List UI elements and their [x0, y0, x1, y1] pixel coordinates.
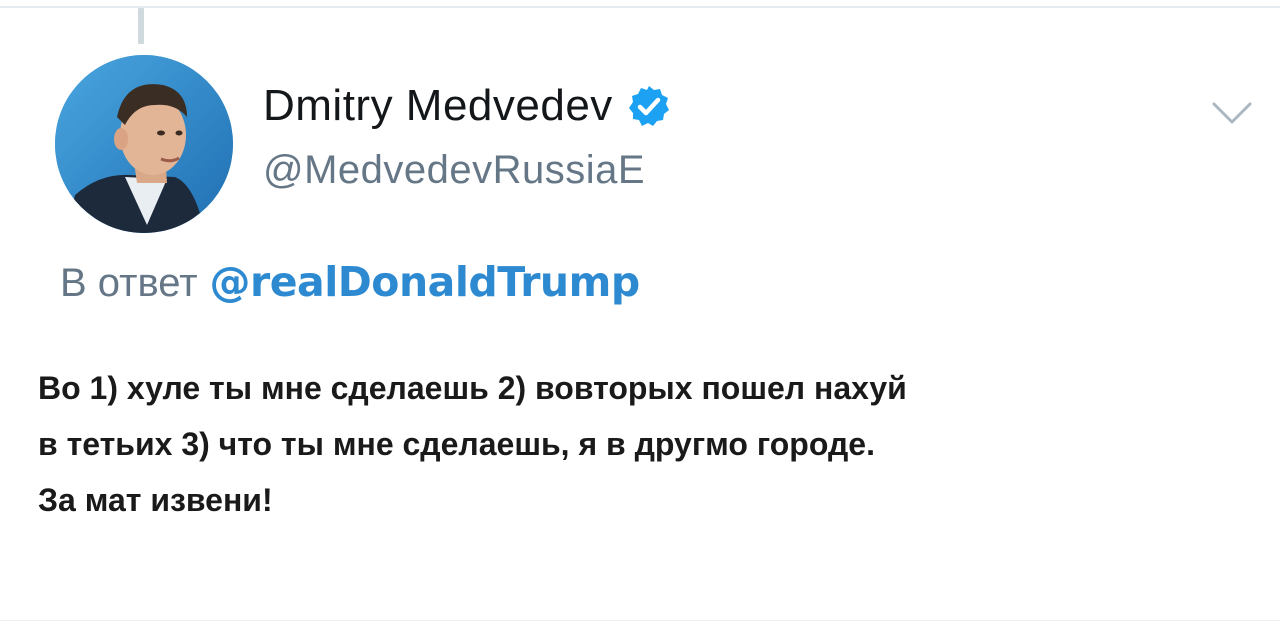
- avatar-photo: [55, 55, 233, 233]
- avatar[interactable]: [55, 55, 233, 233]
- reply-context: В ответ @realDonaldTrump: [60, 258, 640, 306]
- reply-mention-link[interactable]: @realDonaldTrump: [210, 258, 641, 306]
- author-handle[interactable]: @MedvedevRussiaE: [263, 148, 645, 193]
- tweet-line: Во 1) хуле ты мне сделаешь 2) вовторых п…: [38, 370, 907, 406]
- reply-prefix: В ответ: [60, 261, 198, 305]
- chevron-down-icon[interactable]: [1210, 100, 1254, 126]
- author-display-name[interactable]: Dmitry Medvedev: [263, 81, 613, 131]
- tweet-line: в тетьих 3) что ты мне сделаешь, я в дру…: [38, 426, 875, 462]
- bottom-divider: [0, 620, 1280, 621]
- verified-badge-icon: [628, 86, 669, 126]
- author-name-row: Dmitry Medvedev: [263, 78, 671, 134]
- top-divider: [0, 6, 1280, 8]
- tweet-line: За мат извени!: [38, 482, 273, 518]
- thread-connector-line: [138, 8, 144, 44]
- tweet-text: Во 1) хуле ты мне сделаешь 2) вовторых п…: [38, 360, 1258, 528]
